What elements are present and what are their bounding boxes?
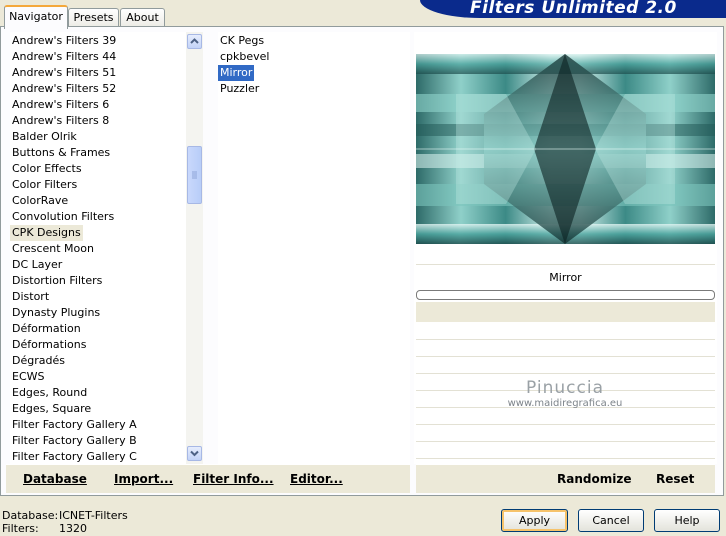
- category-item[interactable]: Dynasty Plugins: [10, 305, 102, 321]
- category-item[interactable]: Edges, Square: [10, 401, 93, 417]
- filter-item[interactable]: Mirror: [218, 65, 255, 81]
- category-item[interactable]: ECWS: [10, 369, 47, 385]
- filter-item[interactable]: cpkbevel: [218, 49, 271, 65]
- category-item[interactable]: Andrew's Filters 8: [10, 113, 111, 129]
- status-database-label: Database:: [2, 509, 59, 522]
- category-item[interactable]: Déformations: [10, 337, 88, 353]
- category-item[interactable]: Edges, Round: [10, 385, 89, 401]
- category-item[interactable]: CPK Designs: [10, 225, 83, 241]
- category-item[interactable]: Distort: [10, 289, 51, 305]
- param-row[interactable]: [416, 409, 715, 425]
- category-item[interactable]: Convolution Filters: [10, 209, 116, 225]
- category-item[interactable]: Déformation: [10, 321, 83, 337]
- param-row[interactable]: [416, 324, 715, 340]
- filter-list[interactable]: CK Pegs cpkbevel Mirror Puzzler: [218, 32, 410, 464]
- filter-item[interactable]: Puzzler: [218, 81, 261, 97]
- category-item[interactable]: Filter Factory Gallery A: [10, 417, 139, 433]
- status-database-value: ICNET-Filters: [59, 509, 128, 522]
- category-item[interactable]: Balder Olrik: [10, 129, 79, 145]
- category-item[interactable]: Color Effects: [10, 161, 84, 177]
- param-row[interactable]: [416, 341, 715, 357]
- preview-filter-name: Mirror: [549, 271, 582, 284]
- scroll-up-button[interactable]: [187, 34, 202, 49]
- cancel-button[interactable]: Cancel: [578, 509, 644, 532]
- divider: [416, 264, 715, 265]
- reset-command[interactable]: Reset: [656, 471, 694, 487]
- editor-command[interactable]: Editor...: [290, 471, 343, 487]
- tab-navigator[interactable]: Navigator: [4, 5, 68, 29]
- database-command[interactable]: Database: [23, 471, 87, 487]
- category-item[interactable]: Distortion Filters: [10, 273, 104, 289]
- scroll-thumb[interactable]: [187, 146, 202, 204]
- category-item[interactable]: Andrew's Filters 52: [10, 81, 118, 97]
- grip-icon: [192, 171, 197, 179]
- category-list[interactable]: Andrew's Filters 39 Andrew's Filters 44 An…: [10, 32, 186, 464]
- watermark-site: www.maidiregrafica.eu: [507, 398, 623, 409]
- randomize-command[interactable]: Randomize: [557, 471, 631, 487]
- param-row[interactable]: [416, 358, 715, 374]
- category-item[interactable]: Andrew's Filters 51: [10, 65, 118, 81]
- chevron-down-icon: [190, 450, 199, 457]
- category-item[interactable]: Andrew's Filters 39: [10, 33, 118, 49]
- param-row[interactable]: [416, 426, 715, 442]
- filter-item[interactable]: CK Pegs: [218, 33, 266, 49]
- category-item[interactable]: Crescent Moon: [10, 241, 96, 257]
- category-item[interactable]: Andrew's Filters 44: [10, 49, 118, 65]
- category-item[interactable]: Color Filters: [10, 177, 79, 193]
- tab-presets[interactable]: Presets: [68, 8, 119, 27]
- category-item[interactable]: Filter Factory Gallery C: [10, 449, 139, 464]
- filter-info-command[interactable]: Filter Info...: [193, 471, 274, 487]
- progress-bar: [416, 290, 715, 300]
- status-filters-label: Filters:: [2, 522, 39, 535]
- category-item[interactable]: Buttons & Frames: [10, 145, 112, 161]
- apply-button[interactable]: Apply: [501, 509, 568, 532]
- scroll-down-button[interactable]: [187, 446, 202, 461]
- category-item[interactable]: Andrew's Filters 6: [10, 97, 111, 113]
- category-item[interactable]: DC Layer: [10, 257, 64, 273]
- tab-about[interactable]: About: [120, 8, 165, 27]
- category-scrollbar[interactable]: [186, 32, 203, 464]
- category-item[interactable]: ColorRave: [10, 193, 70, 209]
- chevron-up-icon: [190, 38, 199, 44]
- category-item[interactable]: Filter Factory Gallery B: [10, 433, 139, 449]
- status-filters-value: 1320: [59, 522, 87, 535]
- category-item[interactable]: Dégradés: [10, 353, 67, 369]
- app-title: Filters Unlimited 2.0: [470, 0, 677, 18]
- preview-image: [416, 54, 715, 244]
- help-button[interactable]: Help: [654, 509, 720, 532]
- watermark-name: Pinuccia: [526, 378, 604, 398]
- param-row[interactable]: [416, 443, 715, 459]
- divider: [416, 302, 715, 322]
- import-command[interactable]: Import...: [114, 471, 173, 487]
